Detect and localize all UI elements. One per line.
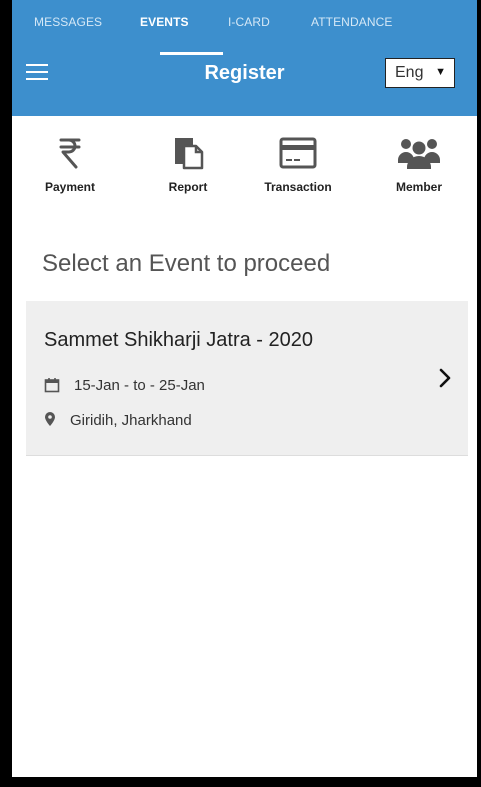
report-button[interactable]: Report: [143, 136, 233, 194]
tab-events[interactable]: EVENTS: [140, 0, 189, 44]
transaction-label: Transaction: [264, 180, 332, 194]
calendar-icon: [44, 378, 60, 393]
location-pin-icon: [45, 412, 55, 426]
active-tab-indicator: [160, 52, 223, 55]
top-tabs: MESSAGES EVENTS I-CARD ATTENDANCE: [12, 0, 477, 44]
event-location: Giridih, Jharkhand: [70, 412, 192, 429]
rupee-icon: [59, 138, 81, 169]
event-name: Sammet Shikharji Jatra - 2020: [44, 329, 314, 351]
report-label: Report: [168, 180, 208, 194]
shortcut-bar: Payment Report Transaction Member: [12, 116, 477, 241]
transaction-button[interactable]: Transaction: [253, 136, 343, 194]
members-icon: [398, 139, 440, 169]
language-select[interactable]: Eng ▼: [385, 58, 455, 88]
report-icon: [175, 138, 204, 170]
member-label: Member: [395, 180, 442, 194]
member-button[interactable]: Member: [374, 136, 464, 194]
section-heading: Select an Event to proceed: [42, 250, 331, 277]
tab-icard[interactable]: I-CARD: [228, 0, 270, 44]
payment-button[interactable]: Payment: [25, 136, 115, 194]
app-toolbar: Register Eng ▼: [12, 44, 477, 116]
dropdown-caret-icon: ▼: [435, 66, 446, 78]
event-list-item[interactable]: Sammet Shikharji Jatra - 2020 15-Jan - t…: [26, 301, 468, 456]
card-icon: [279, 137, 317, 169]
language-selected-value: Eng: [395, 64, 424, 81]
app-screen: MESSAGES EVENTS I-CARD ATTENDANCE Regist…: [12, 0, 477, 777]
payment-label: Payment: [44, 180, 96, 194]
tab-messages[interactable]: MESSAGES: [34, 0, 102, 44]
chevron-right-icon[interactable]: [438, 367, 452, 389]
event-dates: 15-Jan - to - 25-Jan: [74, 377, 205, 394]
tab-attendance[interactable]: ATTENDANCE: [311, 0, 392, 44]
